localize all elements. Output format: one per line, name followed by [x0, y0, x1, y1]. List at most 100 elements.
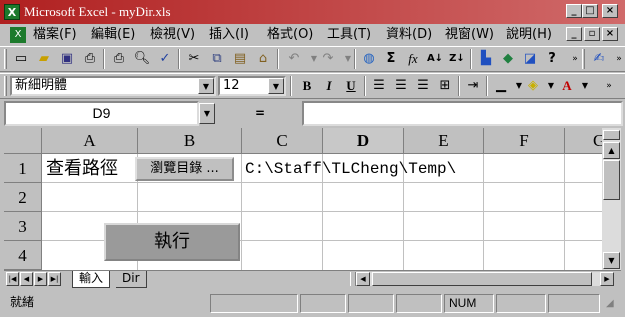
chevron-down-icon[interactable]: ▼: [574, 75, 596, 97]
menu-view[interactable]: 檢視(V): [149, 24, 196, 46]
bold-button[interactable]: B: [296, 75, 318, 97]
merge-center-icon[interactable]: ⊞: [434, 75, 456, 97]
cut-icon[interactable]: ✂: [183, 48, 205, 70]
scroll-thumb[interactable]: [603, 160, 620, 200]
new-icon[interactable]: ▭: [10, 48, 32, 70]
formula-equals[interactable]: =: [218, 101, 302, 126]
hyperlink-icon[interactable]: ◍: [358, 48, 380, 70]
column-header[interactable]: F: [484, 128, 565, 154]
browse-directory-button[interactable]: 瀏覽目錄 ...: [135, 157, 234, 181]
align-right-icon[interactable]: ☰: [412, 75, 434, 97]
toolbar-grip[interactable]: [4, 49, 7, 69]
menu-tools[interactable]: 工具(T): [326, 24, 372, 46]
doc-close-button[interactable]: ×: [602, 27, 618, 41]
align-center-icon[interactable]: ☰: [390, 75, 412, 97]
menu-format[interactable]: 格式(O): [266, 24, 314, 46]
worksheet-grid[interactable]: A B C D E F G 1 2 3 4 查看路徑 C:\Staff\TLCh…: [4, 128, 604, 270]
status-panel: [548, 294, 600, 313]
status-num: NUM: [444, 294, 494, 313]
align-left-icon[interactable]: ☰: [368, 75, 390, 97]
menu-insert[interactable]: 插入(I): [208, 24, 250, 46]
indent-icon[interactable]: ⇥: [462, 75, 484, 97]
toolbar-more-icon[interactable]: »: [598, 75, 620, 97]
row-header[interactable]: 1: [4, 154, 42, 183]
split-box[interactable]: [603, 130, 620, 140]
resize-grip-icon[interactable]: ◢: [606, 298, 620, 312]
autosum-icon[interactable]: Σ: [380, 48, 402, 70]
print-preview-icon[interactable]: 🔍︎: [131, 48, 153, 70]
help-icon[interactable]: ?: [541, 48, 563, 70]
redo-icon[interactable]: ↷: [317, 48, 339, 70]
sheet-tab-dir[interactable]: Dir: [116, 271, 147, 288]
paste-icon[interactable]: ▤: [229, 48, 251, 70]
last-sheet-icon[interactable]: ▶|: [48, 272, 61, 286]
column-header[interactable]: D: [323, 128, 404, 154]
formula-input[interactable]: [302, 101, 623, 126]
menu-edit[interactable]: 編輯(E): [90, 24, 136, 46]
save-icon[interactable]: ▣: [56, 48, 78, 70]
toolbar-more-icon[interactable]: »: [608, 48, 625, 70]
undo-icon[interactable]: ↶: [283, 48, 305, 70]
name-box-dropdown-icon[interactable]: ▼: [199, 103, 215, 124]
cell-c1[interactable]: C:\Staff\TLCheng\Temp\: [245, 155, 456, 183]
row-header[interactable]: 3: [4, 212, 42, 241]
column-header[interactable]: A: [42, 128, 138, 154]
close-button[interactable]: ×: [602, 4, 618, 18]
open-icon[interactable]: ▰: [33, 48, 55, 70]
row-header[interactable]: 2: [4, 183, 42, 212]
minimize-button[interactable]: _: [566, 4, 582, 18]
status-panel: [210, 294, 298, 313]
chart-wizard-icon[interactable]: ▙: [475, 48, 497, 70]
first-sheet-icon[interactable]: |◀: [6, 272, 19, 286]
print-setup-icon[interactable]: ⎙: [79, 48, 101, 70]
row-header[interactable]: 4: [4, 241, 42, 270]
workbook-icon[interactable]: X: [10, 27, 26, 43]
map-icon[interactable]: ◆: [497, 48, 519, 70]
toolbar-separator: [470, 49, 472, 69]
run-button[interactable]: 執行: [104, 223, 240, 261]
scroll-up-icon[interactable]: ▲: [603, 142, 620, 159]
scroll-left-icon[interactable]: ◀: [356, 272, 370, 286]
web-toolbar-icon[interactable]: ✍: [588, 48, 610, 70]
scroll-right-icon[interactable]: ▶: [600, 272, 614, 286]
font-name-combo[interactable]: 新細明體: [10, 76, 216, 96]
doc-minimize-button[interactable]: _: [566, 27, 582, 41]
chevron-down-icon[interactable]: ▼: [198, 78, 214, 94]
vertical-scrollbar[interactable]: ▲ ▼: [602, 128, 621, 270]
column-header[interactable]: G: [565, 128, 604, 154]
format-painter-icon[interactable]: ⌂: [252, 48, 274, 70]
toolbar-grip[interactable]: [4, 76, 7, 96]
cell-a1[interactable]: 查看路徑: [46, 155, 118, 183]
doc-restore-button[interactable]: ▫: [584, 27, 600, 41]
select-all-corner[interactable]: [4, 128, 42, 154]
name-box[interactable]: D9: [4, 101, 199, 126]
chevron-down-icon[interactable]: ▼: [268, 78, 284, 94]
print-icon[interactable]: ⎙: [108, 48, 130, 70]
drawing-icon[interactable]: ◪: [519, 48, 541, 70]
spelling-icon[interactable]: ✓: [154, 48, 176, 70]
function-icon[interactable]: fx: [402, 48, 424, 70]
column-header[interactable]: B: [138, 128, 242, 154]
copy-icon[interactable]: ⧉: [206, 48, 228, 70]
sheet-tab-input[interactable]: 輸入: [72, 271, 111, 288]
horizontal-scroll-thumb[interactable]: [372, 272, 592, 286]
scroll-down-icon[interactable]: ▼: [603, 252, 620, 269]
menu-help[interactable]: 說明(H): [505, 24, 553, 46]
menu-window[interactable]: 視窗(W): [444, 24, 495, 46]
column-header[interactable]: E: [404, 128, 484, 154]
sort-descending-icon[interactable]: Z↓: [446, 48, 468, 70]
toolbar-grip[interactable]: [582, 49, 585, 69]
toolbar-separator: [458, 76, 460, 96]
prev-sheet-icon[interactable]: ◀: [20, 272, 33, 286]
excel-app-icon[interactable]: X: [4, 4, 20, 20]
next-sheet-icon[interactable]: ▶: [34, 272, 47, 286]
status-panel: [300, 294, 346, 313]
sort-ascending-icon[interactable]: A↓: [424, 48, 446, 70]
toolbar-separator: [290, 76, 292, 96]
underline-button[interactable]: U: [340, 75, 362, 97]
column-header[interactable]: C: [242, 128, 323, 154]
menu-file[interactable]: 檔案(F): [32, 24, 78, 46]
menu-data[interactable]: 資料(D): [385, 24, 433, 46]
italic-button[interactable]: I: [318, 75, 340, 97]
maximize-button[interactable]: □: [582, 4, 598, 18]
